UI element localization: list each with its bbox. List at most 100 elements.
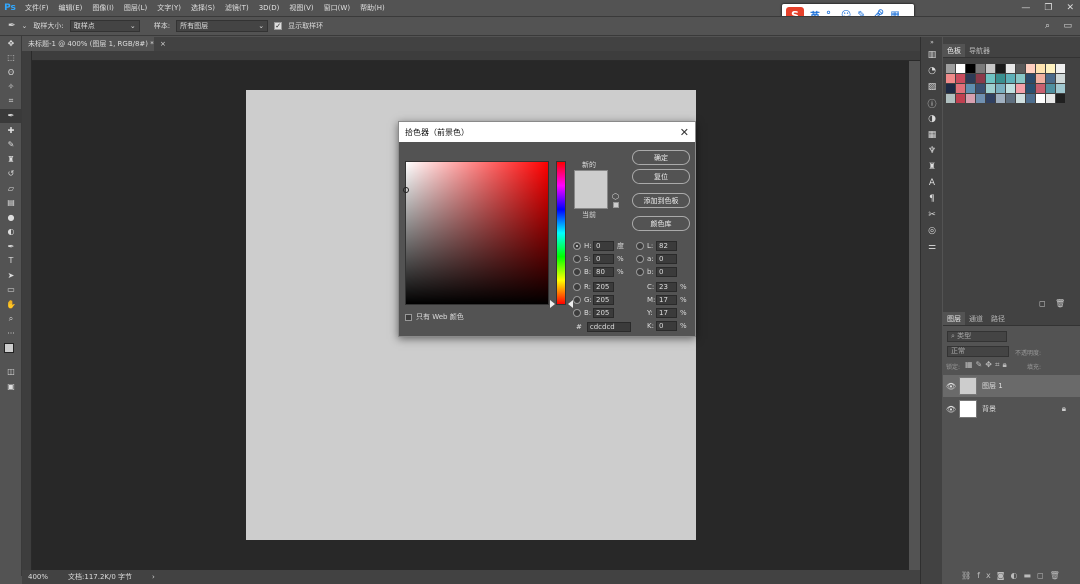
- color-swatch[interactable]: [946, 74, 955, 83]
- ok-button[interactable]: 确定: [632, 150, 690, 165]
- color-swatch[interactable]: [966, 74, 975, 83]
- status-arrow-icon[interactable]: ›: [152, 573, 155, 581]
- color-swatch[interactable]: [976, 94, 985, 103]
- yellow-input[interactable]: 17: [656, 307, 677, 318]
- lasso-tool-icon[interactable]: ʘ: [0, 65, 22, 80]
- color-swatch[interactable]: [1046, 74, 1055, 83]
- blue-input[interactable]: 205: [593, 307, 614, 318]
- menu-layer[interactable]: 图层(L): [119, 0, 152, 16]
- quick-mask-icon[interactable]: ◫: [0, 365, 22, 380]
- menu-help[interactable]: 帮助(H): [355, 0, 390, 16]
- clone-source-icon[interactable]: ♜: [921, 159, 943, 175]
- menu-type[interactable]: 文字(Y): [152, 0, 186, 16]
- tab-paths[interactable]: 路径: [987, 312, 1009, 325]
- color-swatch[interactable]: [986, 94, 995, 103]
- healing-brush-icon[interactable]: ✚: [0, 123, 22, 138]
- history-brush-icon[interactable]: ↺: [0, 167, 22, 182]
- lab-b-input[interactable]: 0: [656, 266, 677, 277]
- color-swatch[interactable]: [996, 94, 1005, 103]
- color-swatch[interactable]: [1036, 74, 1045, 83]
- menu-view[interactable]: 视图(V): [284, 0, 318, 16]
- histogram-icon[interactable]: ▥: [921, 47, 943, 63]
- lock-icons[interactable]: ▦✎✥⌗🔒︎: [965, 360, 1010, 370]
- show-ring-checkbox[interactable]: ✓: [274, 22, 283, 30]
- menu-file[interactable]: 文件(F): [20, 0, 54, 16]
- libraries-icon[interactable]: ◎: [921, 223, 943, 239]
- adjustment-layer-icon[interactable]: ◐: [1010, 571, 1023, 580]
- color-swatch[interactable]: [986, 74, 995, 83]
- brush-settings-icon[interactable]: ♆: [921, 143, 943, 159]
- search-icon[interactable]: ⌕: [1045, 21, 1050, 31]
- hue-slider[interactable]: [556, 161, 566, 305]
- swatches-icon[interactable]: ▦: [921, 127, 943, 143]
- color-swatch[interactable]: [1016, 64, 1025, 73]
- hue-radio[interactable]: [573, 241, 581, 250]
- color-icon[interactable]: ◑: [921, 111, 943, 127]
- color-swatch[interactable]: [1016, 94, 1025, 103]
- tab-channels[interactable]: 通道: [965, 312, 987, 325]
- color-swatch[interactable]: [966, 64, 975, 73]
- tab-layers[interactable]: 图层: [943, 312, 965, 325]
- color-swatch[interactable]: [1026, 94, 1035, 103]
- current-color-swatch[interactable]: [574, 190, 608, 209]
- red-radio[interactable]: [573, 282, 581, 291]
- layer-row[interactable]: 👁︎ 背景 🔒︎: [943, 398, 1080, 420]
- color-swatch[interactable]: [1046, 84, 1055, 93]
- styles-icon[interactable]: ▨: [921, 79, 943, 95]
- crop-tool-icon[interactable]: ⌗: [0, 94, 22, 109]
- eyedropper-tool-icon[interactable]: ✒: [0, 108, 22, 123]
- workspace-icon[interactable]: ▭: [1063, 21, 1072, 31]
- ruler-vertical[interactable]: [22, 51, 32, 570]
- color-swatch[interactable]: [1056, 94, 1065, 103]
- hue-arrow-left-icon[interactable]: [550, 300, 555, 308]
- color-marker[interactable]: [403, 187, 409, 193]
- blue-radio[interactable]: [573, 308, 581, 317]
- delete-layer-icon[interactable]: 🗑︎: [1050, 571, 1066, 580]
- color-swatch[interactable]: [946, 94, 955, 103]
- saturation-radio[interactable]: [573, 254, 581, 263]
- brush-tool-icon[interactable]: ✎: [0, 138, 22, 153]
- new-group-icon[interactable]: ▬: [1023, 571, 1037, 580]
- menu-window[interactable]: 窗口(W): [319, 0, 355, 16]
- sample-size-select[interactable]: 取样点 ⌄: [69, 20, 140, 32]
- tab-swatches[interactable]: 色板: [943, 44, 965, 57]
- brightness-radio[interactable]: [573, 267, 581, 276]
- paragraph-icon[interactable]: ¶: [921, 191, 943, 207]
- restore-icon[interactable]: ❐: [1044, 3, 1052, 13]
- minimize-icon[interactable]: —: [1021, 3, 1030, 13]
- close-icon[interactable]: ✕: [680, 126, 689, 139]
- close-icon[interactable]: ✕: [1066, 3, 1074, 13]
- color-swatch[interactable]: [966, 84, 975, 93]
- color-swatch[interactable]: [1026, 64, 1035, 73]
- gradient-tool-icon[interactable]: ▤: [0, 196, 22, 211]
- quick-select-tool-icon[interactable]: ✧: [0, 80, 22, 95]
- color-swatch[interactable]: [1036, 94, 1045, 103]
- tab-navigator[interactable]: 导航器: [965, 44, 994, 57]
- clone-stamp-icon[interactable]: ♜: [0, 152, 22, 167]
- menu-edit[interactable]: 编辑(E): [54, 0, 88, 16]
- add-to-swatches-button[interactable]: 添加到色板: [632, 193, 690, 208]
- color-swatch[interactable]: [956, 64, 965, 73]
- color-swatch[interactable]: [1046, 94, 1055, 103]
- menu-image[interactable]: 图像(I): [87, 0, 119, 16]
- web-only-checkbox[interactable]: [405, 313, 412, 321]
- tool-presets-icon[interactable]: ✂: [921, 207, 943, 223]
- path-select-icon[interactable]: ➤: [0, 268, 22, 283]
- lab-b-radio[interactable]: [636, 267, 644, 276]
- character-icon[interactable]: A: [921, 175, 943, 191]
- dodge-tool-icon[interactable]: ◐: [0, 225, 22, 240]
- brightness-input[interactable]: 80: [593, 266, 614, 277]
- color-swatch[interactable]: [1056, 74, 1065, 83]
- color-swatch[interactable]: [1016, 84, 1025, 93]
- color-swatch[interactable]: [946, 84, 955, 93]
- color-swatch[interactable]: [956, 74, 965, 83]
- visibility-eye-icon[interactable]: 👁︎: [943, 382, 959, 391]
- gamut-warning-icon[interactable]: ⬡: [612, 192, 619, 201]
- sample-select[interactable]: 所有图层 ⌄: [176, 20, 269, 32]
- delete-swatch-icon[interactable]: 🗑︎: [1055, 299, 1065, 308]
- color-swatch[interactable]: [996, 64, 1005, 73]
- color-swatch[interactable]: [1026, 84, 1035, 93]
- color-swatch[interactable]: [1046, 64, 1055, 73]
- tool-preset-chevron-icon[interactable]: ⌄: [22, 22, 28, 30]
- color-swatch[interactable]: [946, 64, 955, 73]
